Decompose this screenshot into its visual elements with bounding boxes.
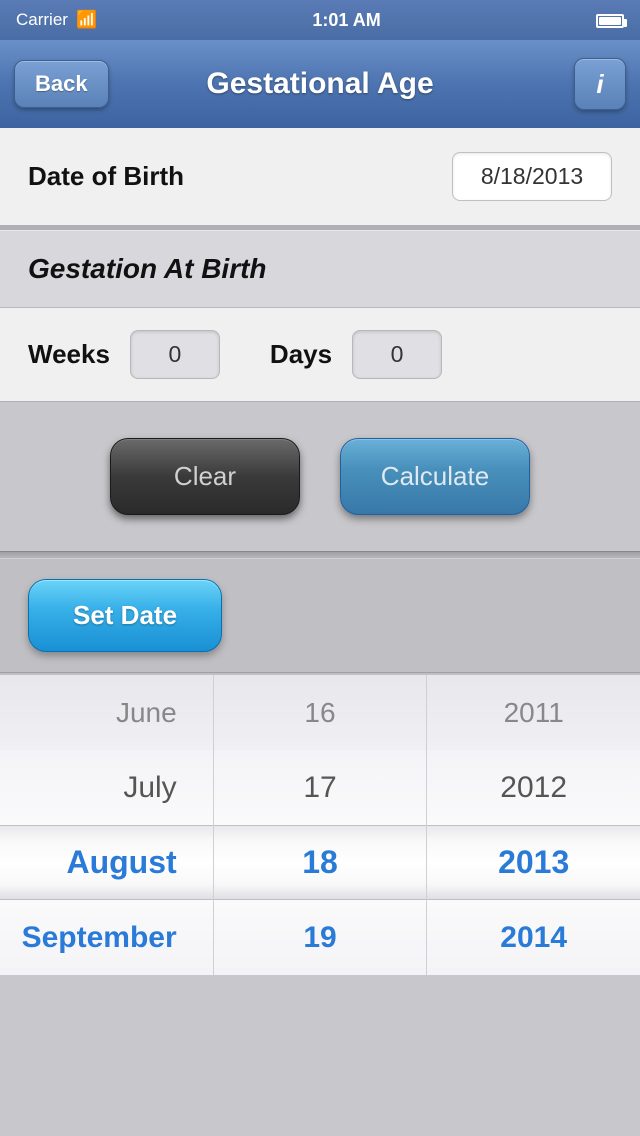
info-button[interactable]: i [574,58,626,110]
picker-day-row-1[interactable]: 17 [214,750,427,825]
status-time: 1:01 AM [312,10,380,31]
dob-row: Date of Birth 8/18/2013 [0,128,640,226]
page-title: Gestational Age [206,67,433,101]
picker-day-cell-selected[interactable]: 18 [230,826,411,899]
picker-year-row-3[interactable]: 2014 [427,900,640,975]
gestation-label: Gestation At Birth [28,253,267,284]
picker-day-row-0[interactable]: 16 [214,675,427,750]
calculate-button[interactable]: Calculate [340,438,530,515]
days-label: Days [270,339,332,370]
buttons-area: Clear Calculate [0,402,640,551]
picker-day-row-3[interactable]: 19 [214,900,427,975]
weeks-input[interactable]: 0 [130,330,220,379]
picker-month-row-0[interactable]: June [0,675,213,750]
picker-month-cell-selected[interactable]: August [16,826,193,899]
picker-month-cell-3[interactable]: September [16,900,193,975]
gestation-header: Gestation At Birth [0,230,640,308]
battery-icon [596,14,624,28]
picker-day-row-selected[interactable]: 18 [214,825,427,900]
clear-button[interactable]: Clear [110,438,300,515]
navigation-bar: Back Gestational Age i [0,40,640,128]
days-input[interactable]: 0 [352,330,442,379]
picker-year-cell-0[interactable]: 2011 [443,675,624,750]
picker-day-cell-0[interactable]: 16 [230,675,411,750]
dob-label: Date of Birth [28,161,184,192]
picker-year-cell-1[interactable]: 2012 [443,750,624,825]
picker-year-row-selected[interactable]: 2013 [427,825,640,900]
picker-day-cell-3[interactable]: 19 [230,900,411,975]
picker-month-cell-1[interactable]: July [16,750,193,825]
picker-year-cell-selected[interactable]: 2013 [443,826,624,899]
wifi-icon: 📶 [76,10,97,30]
set-date-area: Set Date [0,559,640,673]
picker-month-row-selected[interactable]: August [0,825,213,900]
battery-indicator [596,10,624,30]
picker-month-column[interactable]: June July August September [0,675,214,975]
carrier-label: Carrier [16,10,68,30]
weeks-label: Weeks [28,339,110,370]
status-bar: Carrier 📶 1:01 AM [0,0,640,40]
date-picker[interactable]: June July August September [0,673,640,975]
status-carrier: Carrier 📶 [16,10,97,30]
main-content: Date of Birth 8/18/2013 Gestation At Bir… [0,128,640,551]
picker-month-row-1[interactable]: July [0,750,213,825]
back-button[interactable]: Back [14,60,109,108]
picker-year-cell-3[interactable]: 2014 [443,900,624,975]
picker-year-row-0[interactable]: 2011 [427,675,640,750]
section-divider [0,551,640,559]
set-date-button[interactable]: Set Date [28,579,222,652]
picker-day-cell-1[interactable]: 17 [230,750,411,825]
picker-columns[interactable]: June July August September [0,675,640,975]
weeks-days-row: Weeks 0 Days 0 [0,308,640,402]
picker-year-row-1[interactable]: 2012 [427,750,640,825]
dob-value[interactable]: 8/18/2013 [452,152,612,201]
picker-month-cell-0[interactable]: June [16,675,193,750]
picker-year-column[interactable]: 2011 2012 2013 2014 [427,675,640,975]
picker-day-column[interactable]: 16 17 18 19 [214,675,428,975]
picker-month-row-3[interactable]: September [0,900,213,975]
